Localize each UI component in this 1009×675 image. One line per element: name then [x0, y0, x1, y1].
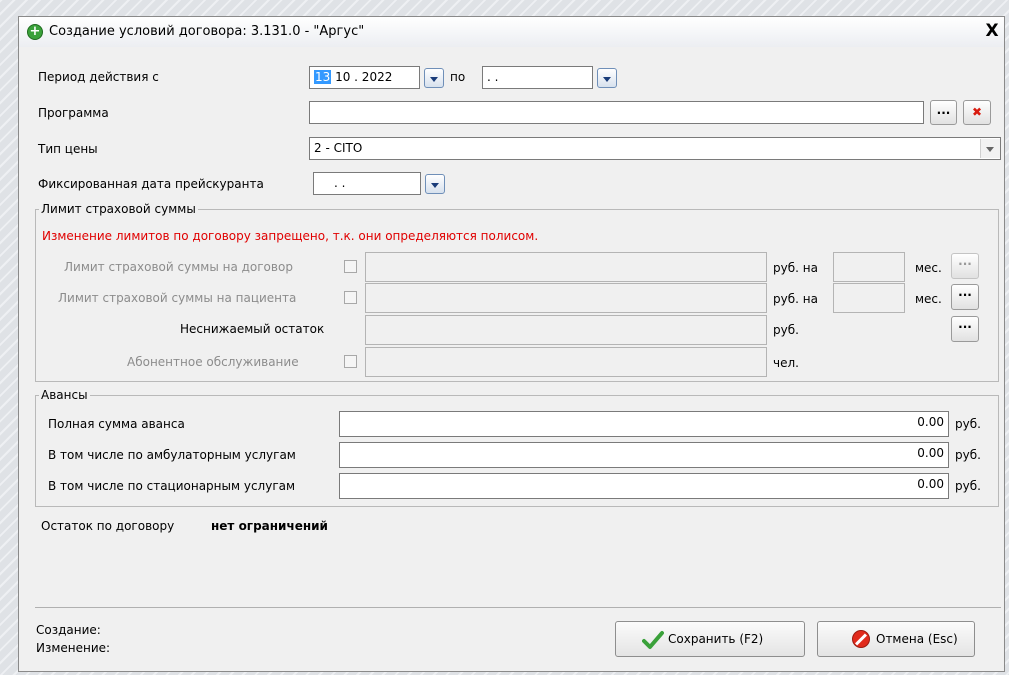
limits-warning: Изменение лимитов по договору запрещено,…: [42, 229, 539, 243]
patient-limit-checkbox[interactable]: [344, 291, 357, 304]
min-balance-browse-button[interactable]: ···: [951, 316, 979, 342]
app-add-icon: +: [27, 24, 43, 40]
full-advance-unit: руб.: [955, 417, 981, 431]
balance-value: нет ограничений: [211, 519, 328, 533]
cancel-button-label: Отмена (Esc): [876, 632, 958, 646]
program-clear-icon[interactable]: ✖: [963, 100, 991, 125]
patient-limit-unit: руб. на: [773, 292, 818, 306]
period-to-label: по: [450, 70, 466, 84]
modified-label: Изменение:: [36, 641, 111, 655]
period-from-field[interactable]: 13 10 . 2022: [309, 66, 420, 89]
subscription-checkbox[interactable]: [344, 355, 357, 368]
contract-limit-browse-button[interactable]: ···: [951, 253, 979, 279]
contract-months-unit: мес.: [915, 261, 942, 275]
min-balance-unit: руб.: [773, 323, 799, 337]
outpatient-advance-unit: руб.: [955, 448, 981, 462]
period-from-rest: 10 . 2022: [331, 70, 393, 84]
advances-group-title: Авансы: [39, 388, 90, 402]
limits-group-title: Лимит страховой суммы: [39, 202, 198, 216]
min-balance-label: Неснижаемый остаток: [180, 322, 325, 336]
program-browse-button[interactable]: ...: [930, 100, 957, 125]
subscription-field[interactable]: [365, 347, 767, 377]
price-type-select[interactable]: 2 - CITO: [309, 137, 1001, 160]
save-button-label: Сохранить (F2): [668, 632, 764, 646]
program-field[interactable]: [309, 101, 924, 124]
outpatient-advance-field[interactable]: 0.00: [339, 442, 949, 468]
balance-label: Остаток по договору: [41, 519, 175, 533]
patient-months-field[interactable]: [833, 283, 905, 313]
full-advance-label: Полная сумма аванса: [48, 417, 185, 431]
cancel-icon: [852, 630, 870, 648]
contract-limit-checkbox[interactable]: [344, 260, 357, 273]
cancel-button[interactable]: Отмена (Esc): [817, 621, 975, 657]
inpatient-advance-label: В том числе по стационарным услугам: [48, 479, 296, 493]
contract-limit-label: Лимит страховой суммы на договор: [64, 260, 293, 274]
period-to-dropdown-icon[interactable]: [597, 68, 617, 88]
patient-limit-label: Лимит страховой суммы на пациента: [58, 291, 297, 305]
fixed-date-field[interactable]: . .: [313, 172, 421, 195]
patient-limit-field[interactable]: [365, 283, 767, 313]
price-type-value: 2 - CITO: [314, 141, 363, 155]
period-from-day: 13: [314, 70, 332, 84]
dialog-window: + Создание условий договора: 3.131.0 - "…: [18, 16, 1005, 672]
contract-months-field[interactable]: [833, 252, 905, 282]
full-advance-field[interactable]: 0.00: [339, 411, 949, 437]
patient-months-unit: мес.: [915, 292, 942, 306]
program-label: Программа: [38, 106, 109, 120]
close-button[interactable]: X: [982, 22, 1002, 42]
price-type-dropdown-icon[interactable]: [980, 139, 1000, 158]
contract-limit-unit: руб. на: [773, 261, 818, 275]
subscription-unit: чел.: [773, 356, 799, 370]
period-to-field[interactable]: . .: [482, 66, 593, 89]
created-label: Создание:: [36, 623, 101, 637]
min-balance-field[interactable]: [365, 315, 767, 345]
inpatient-advance-field[interactable]: 0.00: [339, 473, 949, 499]
fixed-date-label: Фиксированная дата прейскуранта: [38, 177, 264, 191]
window-title: Создание условий договора: 3.131.0 - "Ар…: [49, 24, 365, 39]
contract-limit-field[interactable]: [365, 252, 767, 282]
fixed-date-dropdown-icon[interactable]: [425, 174, 445, 194]
title-bar: + Создание условий договора: 3.131.0 - "…: [19, 17, 1004, 47]
outpatient-advance-label: В том числе по амбулаторным услугам: [48, 448, 296, 462]
price-type-label: Тип цены: [38, 142, 98, 156]
period-from-dropdown-icon[interactable]: [424, 68, 444, 88]
subscription-label: Абонентное обслуживание: [127, 355, 299, 369]
patient-limit-browse-button[interactable]: ···: [951, 284, 979, 310]
checkmark-icon: [642, 631, 664, 649]
save-button[interactable]: Сохранить (F2): [615, 621, 805, 657]
footer-divider: [35, 607, 1001, 608]
period-label: Период действия с: [38, 70, 159, 84]
inpatient-advance-unit: руб.: [955, 479, 981, 493]
